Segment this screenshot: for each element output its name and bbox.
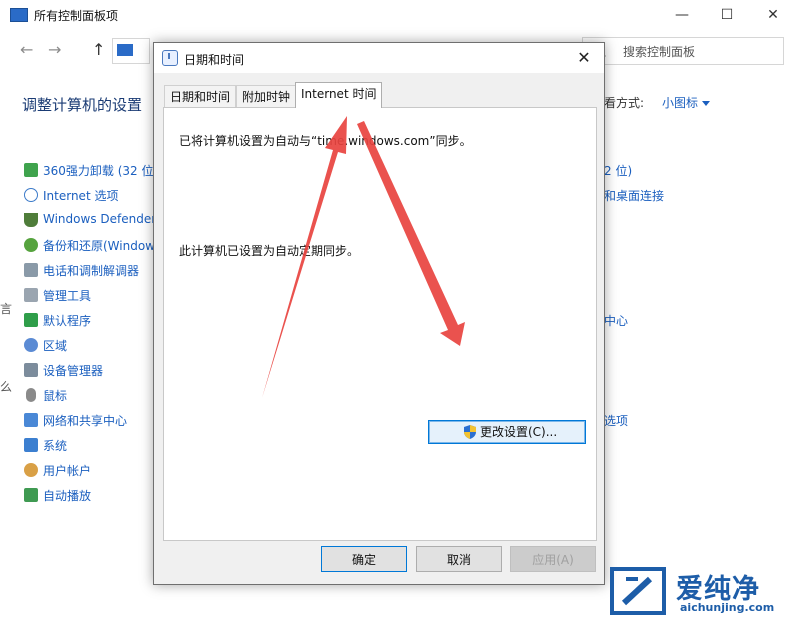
window-title: 所有控制面板项 bbox=[34, 9, 119, 23]
internet-options-icon bbox=[24, 188, 38, 202]
uninstall-icon bbox=[24, 163, 38, 177]
title-bar: 所有控制面板项 — ☐ ✕ bbox=[0, 0, 800, 30]
apply-button: 应用(A) bbox=[510, 546, 596, 572]
autoplay-icon bbox=[24, 488, 38, 502]
dialog-close-button[interactable]: ✕ bbox=[572, 47, 596, 69]
list-item[interactable]: 选项 bbox=[604, 412, 628, 429]
internet-time-panel: 已将计算机设置为自动与“time.windows.com”同步。 此计算机已设置… bbox=[163, 107, 597, 541]
tab-internet-time[interactable]: Internet 时间 bbox=[295, 82, 383, 108]
chevron-down-icon bbox=[702, 101, 711, 106]
defender-icon bbox=[24, 213, 38, 227]
close-button[interactable]: ✕ bbox=[755, 4, 791, 26]
search-input[interactable]: 搜索控制面板 bbox=[582, 37, 784, 65]
clipped-text: 么 bbox=[0, 380, 13, 394]
list-item[interactable]: 2 位) bbox=[604, 162, 632, 179]
watermark: 爱纯净 aichunjing.com bbox=[610, 565, 800, 618]
shield-icon bbox=[464, 425, 476, 439]
dialog-title: 日期和时间 bbox=[184, 53, 245, 67]
maximize-button[interactable]: ☐ bbox=[709, 4, 745, 26]
address-bar[interactable] bbox=[112, 38, 150, 64]
list-item[interactable]: 和桌面连接 bbox=[604, 187, 664, 204]
default-programs-icon bbox=[24, 313, 38, 327]
change-settings-button[interactable]: 更改设置(C)... bbox=[428, 420, 586, 444]
clipped-text: 言 bbox=[0, 302, 13, 316]
system-icon bbox=[24, 438, 38, 452]
auto-sync-text: 此计算机已设置为自动定期同步。 bbox=[179, 244, 360, 258]
dialog-title-bar: 日期和时间 ✕ bbox=[154, 43, 604, 73]
phone-modem-icon bbox=[24, 263, 38, 277]
list-item[interactable]: 中心 bbox=[604, 312, 628, 329]
watermark-logo-icon bbox=[610, 567, 666, 615]
backup-icon bbox=[24, 238, 38, 252]
region-icon bbox=[24, 338, 38, 352]
admin-tools-icon bbox=[24, 288, 38, 302]
page-title: 调整计算机的设置 bbox=[22, 96, 143, 114]
mouse-icon bbox=[26, 388, 36, 402]
tab-date-time[interactable]: 日期和时间 bbox=[164, 85, 237, 108]
up-button[interactable]: ↑ bbox=[92, 40, 105, 59]
sync-status-text: 已将计算机设置为自动与“time.windows.com”同步。 bbox=[179, 134, 472, 148]
search-placeholder: 搜索控制面板 bbox=[623, 45, 696, 59]
device-manager-icon bbox=[24, 363, 38, 377]
forward-button[interactable]: → bbox=[48, 40, 61, 59]
watermark-url: aichunjing.com bbox=[680, 601, 775, 614]
ok-button[interactable]: 确定 bbox=[321, 546, 407, 572]
date-time-dialog: 日期和时间 ✕ 日期和时间 附加时钟 Internet 时间 已将计算机设置为自… bbox=[153, 42, 605, 585]
cancel-button[interactable]: 取消 bbox=[416, 546, 502, 572]
clock-icon bbox=[162, 50, 178, 66]
control-panel-icon bbox=[10, 8, 28, 22]
tab-additional-clocks[interactable]: 附加时钟 bbox=[236, 85, 297, 108]
control-panel-icon bbox=[117, 44, 133, 56]
back-button[interactable]: ← bbox=[20, 40, 33, 59]
minimize-button[interactable]: — bbox=[664, 4, 700, 26]
view-by-dropdown[interactable]: 小图标 bbox=[662, 94, 711, 111]
network-icon bbox=[24, 413, 38, 427]
user-accounts-icon bbox=[24, 463, 38, 477]
